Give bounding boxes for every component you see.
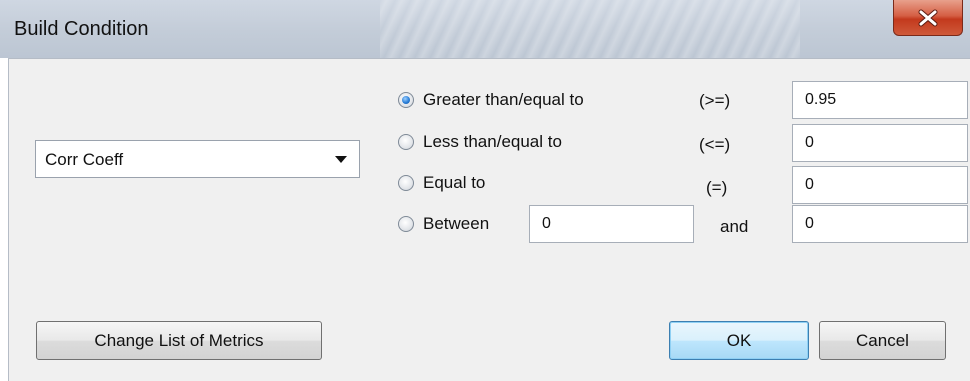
operator-equal: (=) <box>706 178 728 197</box>
radio-button-greater-equal[interactable] <box>398 92 414 108</box>
window-title: Build Condition <box>14 18 149 40</box>
value-field-equal[interactable]: 0 <box>792 166 968 204</box>
chevron-down-icon <box>335 156 347 163</box>
radio-button-less-equal[interactable] <box>398 134 414 150</box>
radio-greater-equal[interactable]: Greater than/equal to <box>398 88 584 112</box>
close-icon <box>918 9 938 26</box>
title-bar-sheen <box>380 0 800 58</box>
radio-label-less-equal: Less than/equal to <box>423 132 562 151</box>
metric-dropdown-value: Corr Coeff <box>45 150 124 169</box>
radio-equal[interactable]: Equal to <box>398 171 485 195</box>
metric-dropdown[interactable]: Corr Coeff <box>35 140 360 178</box>
radio-button-between[interactable] <box>398 216 414 232</box>
value-field-greater-equal[interactable]: 0.95 <box>792 81 968 119</box>
ok-button[interactable]: OK <box>669 321 809 360</box>
cancel-button[interactable]: Cancel <box>819 321 946 360</box>
radio-button-equal[interactable] <box>398 175 414 191</box>
radio-less-equal[interactable]: Less than/equal to <box>398 130 562 154</box>
change-metrics-button[interactable]: Change List of Metrics <box>36 321 322 360</box>
between-and-label: and <box>720 217 749 236</box>
radio-label-equal: Equal to <box>423 173 486 192</box>
radio-between[interactable]: Between <box>398 212 489 236</box>
close-button[interactable] <box>893 0 963 36</box>
operator-greater-equal: (>=) <box>699 91 731 110</box>
operator-less-equal: (<=) <box>699 135 731 154</box>
radio-label-greater-equal: Greater than/equal to <box>423 90 584 109</box>
value-field-less-equal[interactable]: 0 <box>792 124 968 162</box>
between-low-field[interactable]: 0 <box>529 205 694 243</box>
radio-label-between: Between <box>423 214 490 233</box>
between-high-field[interactable]: 0 <box>792 205 968 243</box>
title-bar: Build Condition <box>0 0 970 58</box>
